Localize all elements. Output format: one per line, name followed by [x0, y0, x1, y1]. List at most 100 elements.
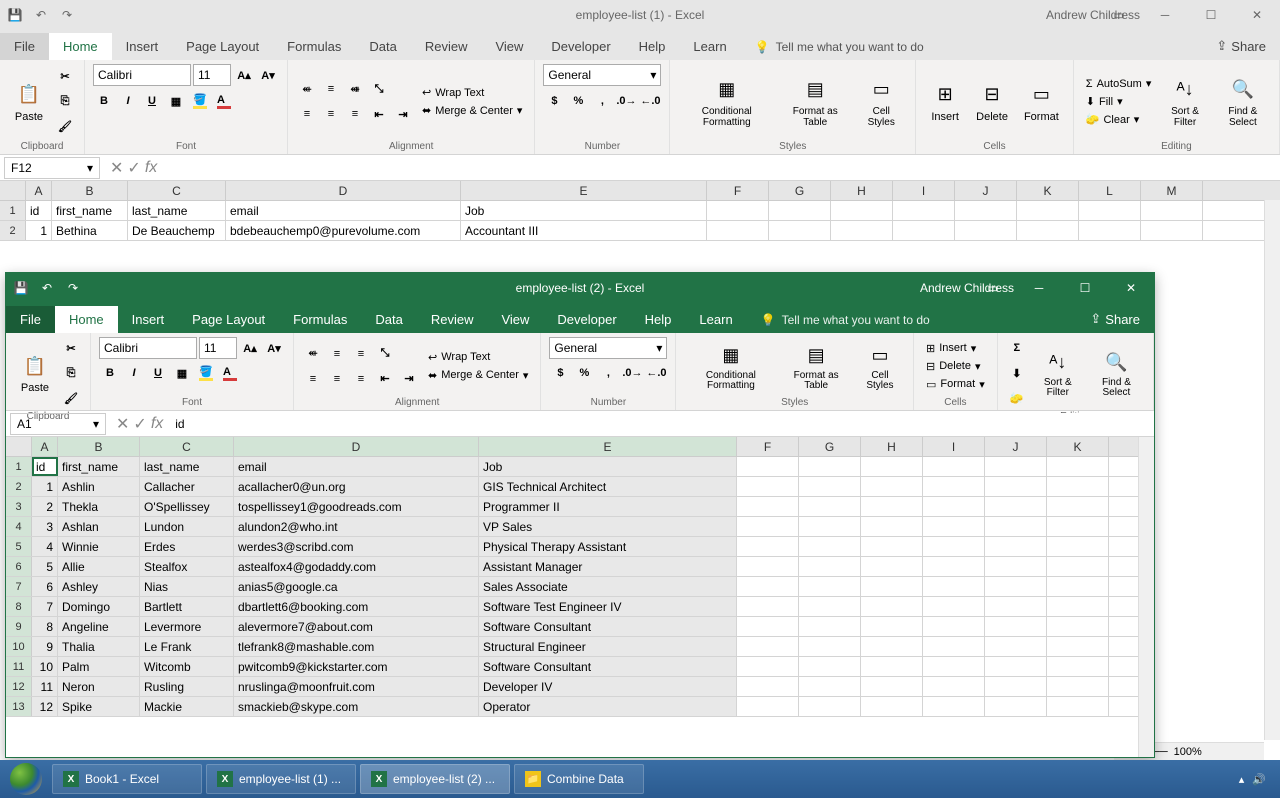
align-right-icon[interactable]: ≡ — [350, 368, 372, 390]
cell[interactable] — [985, 677, 1047, 696]
cell[interactable]: Nias — [140, 577, 234, 596]
cell[interactable] — [861, 697, 923, 716]
column-header-D[interactable]: D — [226, 181, 461, 200]
cell[interactable]: Structural Engineer — [479, 637, 737, 656]
column-header-C[interactable]: C — [140, 437, 234, 456]
cell[interactable] — [737, 657, 799, 676]
sort-filter-button[interactable]: ᴬ↓Sort & Filter — [1159, 74, 1210, 130]
align-middle-icon[interactable]: ≡ — [320, 78, 342, 100]
cell[interactable] — [923, 677, 985, 696]
cell[interactable] — [955, 221, 1017, 240]
wrap-text-button[interactable]: ↩Wrap Text — [424, 350, 532, 365]
row-header-2[interactable]: 2 — [0, 221, 26, 240]
taskbar-item-folder[interactable]: 📁Combine Data — [514, 764, 644, 794]
cell[interactable] — [923, 617, 985, 636]
ribbon-options-icon[interactable]: ▭ — [970, 273, 1016, 303]
cell[interactable] — [737, 497, 799, 516]
format-painter-icon[interactable]: 🖌 — [54, 116, 76, 138]
fx-icon[interactable]: fx — [145, 159, 157, 177]
cell[interactable] — [861, 617, 923, 636]
decrease-indent-icon[interactable]: ⇤ — [374, 368, 396, 390]
merge-center-button[interactable]: ⬌Merge & Center ▾ — [418, 103, 526, 118]
increase-decimal-icon[interactable]: .0→ — [621, 362, 643, 384]
cell[interactable]: alundon2@who.int — [234, 517, 479, 536]
cell[interactable] — [1017, 201, 1079, 220]
orientation-icon[interactable]: ⤡ — [368, 78, 390, 100]
increase-decimal-icon[interactable]: .0→ — [615, 90, 637, 112]
cell[interactable] — [799, 677, 861, 696]
cell[interactable] — [799, 657, 861, 676]
autosum-button[interactable]: ΣAutoSum ▾ — [1082, 76, 1156, 91]
select-all-corner[interactable] — [6, 437, 32, 456]
cell[interactable] — [985, 597, 1047, 616]
column-header-A[interactable]: A — [32, 437, 58, 456]
format-cells-button[interactable]: ▭Format ▾ — [922, 377, 989, 392]
cell[interactable]: 1 — [32, 477, 58, 496]
cell[interactable] — [985, 517, 1047, 536]
merge-center-button[interactable]: ⬌Merge & Center ▾ — [424, 368, 532, 383]
cell[interactable] — [769, 201, 831, 220]
cell[interactable] — [707, 201, 769, 220]
cell[interactable] — [799, 517, 861, 536]
column-header-E[interactable]: E — [461, 181, 707, 200]
cell[interactable]: anias5@google.ca — [234, 577, 479, 596]
cell[interactable]: 8 — [32, 617, 58, 636]
cancel-formula-icon[interactable]: ✕ — [116, 414, 129, 434]
cell[interactable] — [737, 677, 799, 696]
align-bottom-icon[interactable]: ≡ — [350, 343, 372, 365]
cell[interactable]: first_name — [58, 457, 140, 476]
decrease-decimal-icon[interactable]: ←.0 — [645, 362, 667, 384]
cell[interactable] — [737, 697, 799, 716]
close-icon[interactable]: ✕ — [1108, 273, 1154, 303]
tab-learn[interactable]: Learn — [679, 33, 740, 60]
system-tray[interactable]: ▴🔊 — [1229, 773, 1276, 786]
redo-icon[interactable]: ↷ — [58, 6, 76, 24]
cell[interactable] — [985, 497, 1047, 516]
cell[interactable]: Job — [461, 201, 707, 220]
cell[interactable] — [1047, 637, 1109, 656]
cell[interactable]: Physical Therapy Assistant — [479, 537, 737, 556]
cell[interactable] — [1047, 617, 1109, 636]
cell[interactable] — [923, 657, 985, 676]
cell[interactable] — [1079, 201, 1141, 220]
column-header-F[interactable]: F — [707, 181, 769, 200]
cell[interactable] — [799, 537, 861, 556]
cell[interactable] — [1047, 477, 1109, 496]
select-all-corner[interactable] — [0, 181, 26, 200]
tell-me-2[interactable]: 💡Tell me what you want to do — [747, 307, 1077, 333]
cell[interactable]: Developer IV — [479, 677, 737, 696]
cell[interactable] — [737, 597, 799, 616]
conditional-formatting-button[interactable]: ▦Conditional Formatting — [678, 74, 775, 130]
column-header-I[interactable]: I — [923, 437, 985, 456]
cell[interactable] — [1047, 677, 1109, 696]
row-header-1[interactable]: 1 — [6, 457, 32, 476]
comma-icon[interactable]: , — [597, 362, 619, 384]
percent-icon[interactable]: % — [573, 362, 595, 384]
tab-file[interactable]: File — [6, 306, 55, 333]
cell[interactable] — [861, 457, 923, 476]
align-top-icon[interactable]: ⬴ — [296, 78, 318, 100]
cell[interactable]: Rusling — [140, 677, 234, 696]
tab-home[interactable]: Home — [55, 306, 118, 333]
cell[interactable]: Palm — [58, 657, 140, 676]
cell[interactable]: 7 — [32, 597, 58, 616]
cell[interactable]: 6 — [32, 577, 58, 596]
cell[interactable] — [831, 201, 893, 220]
cell[interactable]: tospellissey1@goodreads.com — [234, 497, 479, 516]
column-header-B[interactable]: B — [58, 437, 140, 456]
number-format-select[interactable]: General▾ — [549, 337, 667, 359]
tab-review[interactable]: Review — [411, 33, 482, 60]
cell[interactable]: Assistant Manager — [479, 557, 737, 576]
cell[interactable] — [985, 477, 1047, 496]
cell[interactable] — [985, 637, 1047, 656]
fx-icon[interactable]: fx — [151, 415, 163, 433]
copy-icon[interactable]: ⎘ — [54, 91, 76, 113]
cell[interactable] — [1047, 557, 1109, 576]
tab-insert[interactable]: Insert — [118, 306, 179, 333]
font-color-button[interactable]: A — [219, 362, 241, 384]
italic-button[interactable]: I — [123, 362, 145, 384]
cell[interactable]: pwitcomb9@kickstarter.com — [234, 657, 479, 676]
tab-page-layout[interactable]: Page Layout — [178, 306, 279, 333]
cell[interactable]: 3 — [32, 517, 58, 536]
tab-formulas[interactable]: Formulas — [279, 306, 361, 333]
